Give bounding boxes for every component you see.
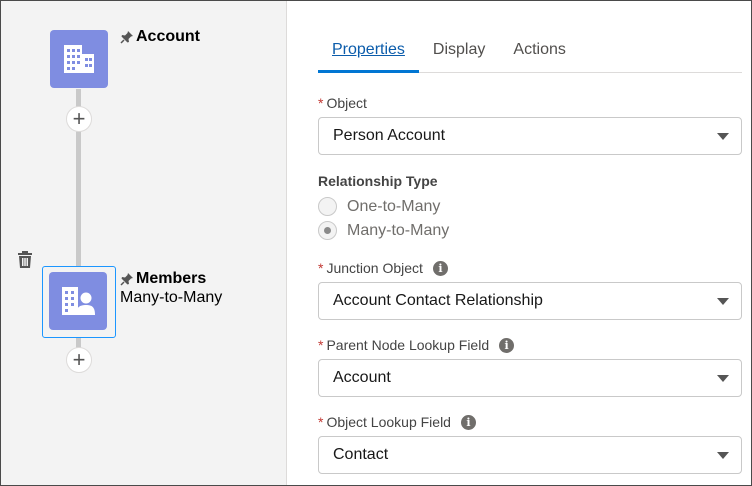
info-icon[interactable]: i bbox=[460, 414, 476, 430]
relationship-type-label: Relationship Type bbox=[318, 173, 438, 189]
add-icon: + bbox=[72, 347, 86, 372]
required-mark: * bbox=[318, 260, 324, 276]
contact-building-icon bbox=[62, 287, 95, 315]
chevron-down-icon bbox=[717, 133, 729, 140]
add-child-button[interactable]: + bbox=[66, 347, 92, 373]
account-node-title[interactable]: Account bbox=[120, 28, 200, 46]
info-icon[interactable]: i bbox=[432, 260, 448, 276]
junction-object-select[interactable]: Account Contact Relationship bbox=[318, 282, 742, 320]
members-node-subtitle: Many-to-Many bbox=[120, 289, 223, 306]
members-node-tile[interactable] bbox=[49, 272, 107, 330]
parent-lookup-label: * Parent Node Lookup Field i bbox=[318, 337, 515, 353]
radio-one-to-many[interactable]: One-to-Many bbox=[318, 197, 440, 216]
tab-actions[interactable]: Actions bbox=[499, 29, 579, 73]
parent-lookup-label-text: Parent Node Lookup Field bbox=[326, 337, 490, 353]
building-icon bbox=[64, 45, 94, 73]
radio-label: One-to-Many bbox=[347, 197, 441, 215]
tab-display[interactable]: Display bbox=[419, 29, 499, 73]
object-lookup-value: Contact bbox=[333, 446, 389, 463]
account-node-tile[interactable] bbox=[50, 30, 108, 88]
info-icon[interactable]: i bbox=[499, 337, 515, 353]
node-title-text: Account bbox=[136, 28, 200, 45]
radio-unselected-icon[interactable] bbox=[318, 197, 337, 216]
chevron-down-icon bbox=[717, 452, 729, 459]
required-mark: * bbox=[318, 414, 324, 430]
radio-label: Many-to-Many bbox=[347, 221, 450, 239]
required-mark: * bbox=[318, 337, 324, 353]
object-label: * Object bbox=[318, 95, 367, 111]
junction-object-label: * Junction Object i bbox=[318, 260, 448, 276]
add-icon: + bbox=[72, 106, 86, 131]
node-title-text: Members bbox=[136, 270, 207, 287]
junction-object-label-text: Junction Object bbox=[326, 260, 423, 276]
required-mark: * bbox=[318, 95, 324, 111]
tree-canvas: Account + Members Many-to-Many + bbox=[1, 1, 287, 485]
object-lookup-select[interactable]: Contact bbox=[318, 436, 742, 474]
object-lookup-label: * Object Lookup Field i bbox=[318, 414, 476, 430]
pin-icon bbox=[120, 273, 133, 286]
junction-object-value: Account Contact Relationship bbox=[333, 292, 543, 309]
parent-lookup-select[interactable]: Account bbox=[318, 359, 742, 397]
panel-tabs: Properties Display Actions bbox=[318, 29, 742, 73]
chevron-down-icon bbox=[717, 298, 729, 305]
radio-selected-icon[interactable] bbox=[318, 221, 337, 240]
properties-panel: Properties Display Actions * Object Pers… bbox=[288, 1, 751, 485]
object-select-value: Person Account bbox=[333, 127, 446, 144]
members-node-title[interactable]: Members bbox=[120, 270, 206, 288]
object-select[interactable]: Person Account bbox=[318, 117, 742, 155]
tab-properties[interactable]: Properties bbox=[318, 29, 419, 73]
add-child-button[interactable]: + bbox=[66, 106, 92, 132]
chevron-down-icon bbox=[717, 375, 729, 382]
object-label-text: Object bbox=[326, 95, 367, 111]
trash-icon[interactable] bbox=[16, 251, 34, 269]
parent-lookup-value: Account bbox=[333, 369, 391, 386]
radio-many-to-many[interactable]: Many-to-Many bbox=[318, 221, 449, 240]
object-lookup-label-text: Object Lookup Field bbox=[326, 414, 451, 430]
pin-icon bbox=[120, 31, 133, 44]
